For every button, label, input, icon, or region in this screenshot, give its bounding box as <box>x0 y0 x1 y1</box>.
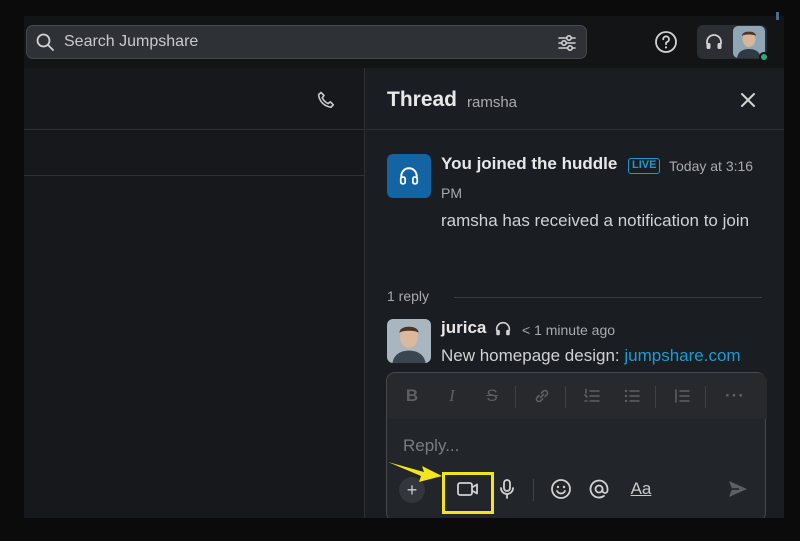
search-icon <box>36 33 54 51</box>
search-bar[interactable]: Search Jumpshare <box>26 25 587 59</box>
message-timestamp-continued: PM <box>441 185 462 201</box>
headphones-icon <box>495 321 511 336</box>
toolbar-divider <box>565 386 566 408</box>
message-timestamp[interactable]: < 1 minute ago <box>522 322 615 338</box>
pointer-arrow-annotation <box>388 462 442 482</box>
headphones-icon <box>706 34 722 49</box>
top-bar: Search Jumpshare <box>24 16 784 68</box>
avatar[interactable] <box>387 319 431 363</box>
sliders-icon[interactable] <box>557 33 577 53</box>
video-camera-icon[interactable] <box>456 477 480 501</box>
numbered-list-icon[interactable] <box>583 387 601 405</box>
toolbar-divider <box>533 479 534 501</box>
huddle-tile <box>387 154 431 198</box>
reply-text-prefix: New homepage design: <box>441 346 625 365</box>
link-icon[interactable] <box>533 387 551 405</box>
message-author[interactable]: jurica <box>441 318 486 338</box>
close-icon[interactable] <box>738 90 758 110</box>
message-link[interactable]: jumpshare.com <box>624 346 740 365</box>
thread-pane: Thread ramsha You joined the huddle LIVE… <box>366 68 784 518</box>
toolbar-divider <box>705 386 706 408</box>
channel-header <box>24 68 365 130</box>
bold-button[interactable]: B <box>403 387 421 405</box>
bulleted-list-icon[interactable] <box>623 387 641 405</box>
send-icon[interactable] <box>726 477 750 501</box>
headphones-icon <box>399 167 419 185</box>
huddle-message-body: ramsha has received a notification to jo… <box>441 211 750 230</box>
toolbar-divider <box>655 386 656 408</box>
thread-header: Thread ramsha <box>366 68 784 130</box>
strikethrough-button[interactable]: S <box>483 387 501 405</box>
phone-icon[interactable] <box>316 90 336 110</box>
huddle-message-title: You joined the huddle <box>441 154 618 173</box>
reply-message-text: New homepage design: jumpshare.com <box>441 346 741 366</box>
online-status-dot <box>759 52 769 62</box>
reply-input[interactable]: Reply... <box>403 436 459 456</box>
message-timestamp[interactable]: Today at 3:16 <box>669 158 753 174</box>
replies-divider <box>454 297 762 298</box>
more-formatting-button[interactable]: ··· <box>725 387 744 405</box>
format-toggle-button[interactable]: Aa <box>627 477 655 501</box>
at-icon[interactable] <box>587 477 611 501</box>
smiley-icon[interactable] <box>549 477 573 501</box>
microphone-icon[interactable] <box>495 477 519 501</box>
window-edge <box>776 12 779 20</box>
live-badge: LIVE <box>628 158 661 174</box>
blockquote-icon[interactable] <box>673 387 691 405</box>
message-composer: B I S ··· Reply... + Aa <box>386 372 767 518</box>
app-window: Search Jumpshare Thread ramsha You joine… <box>24 16 784 518</box>
search-placeholder: Search Jumpshare <box>64 33 199 50</box>
channel-toolbar <box>24 130 365 176</box>
thread-title: Thread <box>387 88 458 111</box>
huddle-status[interactable] <box>697 25 769 62</box>
reply-count: 1 reply <box>387 288 430 304</box>
channel-pane <box>24 68 365 518</box>
thread-channel-name[interactable]: ramsha <box>467 94 517 111</box>
help-circle-icon[interactable] <box>654 30 678 54</box>
italic-button[interactable]: I <box>443 387 461 405</box>
formatting-toolbar: B I S ··· <box>387 373 767 419</box>
toolbar-divider <box>515 386 516 408</box>
